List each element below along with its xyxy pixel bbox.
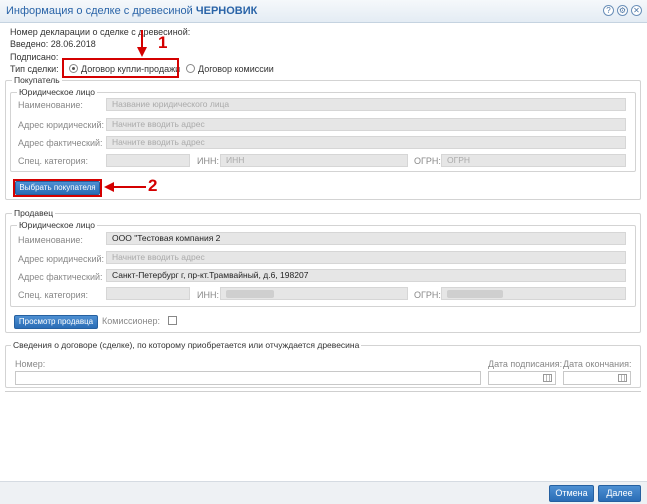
- buyer-name-input[interactable]: Название юридического лица: [106, 98, 626, 111]
- seller-ogrn-input[interactable]: [441, 287, 626, 300]
- buyer-name-label: Наименование:: [18, 100, 83, 110]
- annotation-number-1: 1: [158, 33, 168, 52]
- view-seller-button[interactable]: Просмотр продавца: [14, 315, 98, 329]
- buyer-inn-input[interactable]: ИНН: [220, 154, 408, 167]
- seller-name-label: Наименование:: [18, 235, 83, 245]
- buyer-entity-legend: Юридическое лицо: [17, 87, 98, 97]
- annotation-number-2: 2: [148, 176, 158, 195]
- annotation-arrow-2: [104, 182, 146, 192]
- buyer-actual-address-label: Адрес фактический:: [18, 138, 103, 148]
- commissioner-label: Комиссионер:: [102, 316, 160, 326]
- signed-label: Подписано:: [10, 52, 59, 62]
- buyer-special-category-label: Спец. категория:: [18, 156, 89, 166]
- seller-inn-label: ИНН:: [197, 290, 219, 300]
- deal-type-radio-commission[interactable]: [186, 64, 195, 73]
- window-titlebar: Информация о сделке с древесиной ЧЕРНОВИ…: [0, 0, 647, 23]
- annotation-arrow-1: [137, 30, 147, 57]
- contract-sign-date-label: Дата подписания:: [488, 359, 563, 369]
- buyer-legend: Покупатель: [12, 75, 62, 85]
- seller-special-category-label: Спец. категория:: [18, 290, 89, 300]
- seller-legal-address-label: Адрес юридический:: [18, 254, 105, 264]
- contract-end-date-input[interactable]: [563, 371, 631, 385]
- buyer-inn-label: ИНН:: [197, 156, 219, 166]
- redacted-value: [226, 290, 274, 298]
- buyer-actual-address-input[interactable]: Начните вводить адрес: [106, 136, 626, 149]
- deal-type-commission-label[interactable]: Договор комиссии: [198, 64, 274, 74]
- window-title: Информация о сделке с древесиной ЧЕРНОВИ…: [6, 5, 257, 17]
- cancel-button[interactable]: Отмена: [549, 485, 594, 502]
- contract-legend: Сведения о договоре (сделке), по котором…: [11, 340, 362, 350]
- seller-entity-legend: Юридическое лицо: [17, 220, 98, 230]
- seller-actual-address-input[interactable]: Санкт-Петербург г, пр-кт.Трамвайный, д.6…: [106, 269, 626, 282]
- seller-actual-address-label: Адрес фактический:: [18, 272, 103, 282]
- calendar-icon[interactable]: [543, 374, 552, 382]
- next-button[interactable]: Далее: [598, 485, 641, 502]
- window-footer: Отмена Далее: [0, 481, 647, 504]
- annotation-box-1: [62, 58, 179, 78]
- calendar-icon[interactable]: [618, 374, 627, 382]
- seller-inn-input[interactable]: [220, 287, 408, 300]
- seller-name-input[interactable]: ООО "Тестовая компания 2: [106, 232, 626, 245]
- contract-sign-date-input[interactable]: [488, 371, 556, 385]
- buyer-ogrn-label: ОГРН:: [414, 156, 441, 166]
- contract-end-date-label: Дата окончания:: [563, 359, 632, 369]
- buyer-legal-address-label: Адрес юридический:: [18, 120, 105, 130]
- settings-icon[interactable]: ⚙: [617, 5, 628, 16]
- annotation-box-2: [13, 179, 102, 197]
- seller-legend: Продавец: [12, 208, 56, 218]
- close-icon[interactable]: ✕: [631, 5, 642, 16]
- buyer-legal-address-input[interactable]: Начните вводить адрес: [106, 118, 626, 131]
- window-title-status: ЧЕРНОВИК: [195, 5, 258, 17]
- deal-type-label: Тип сделки:: [10, 64, 59, 74]
- contract-number-label: Номер:: [15, 359, 46, 369]
- seller-special-category-input[interactable]: [106, 287, 190, 300]
- seller-ogrn-label: ОГРН:: [414, 290, 441, 300]
- window-title-prefix: Информация о сделке с древесиной: [6, 5, 193, 17]
- content-divider: [5, 391, 641, 392]
- entered-date-label: Введено: 28.06.2018: [10, 39, 96, 49]
- seller-legal-address-input[interactable]: Начните вводить адрес: [106, 251, 626, 264]
- buyer-ogrn-input[interactable]: ОГРН: [441, 154, 626, 167]
- redacted-value: [447, 290, 503, 298]
- help-icon[interactable]: ?: [603, 5, 614, 16]
- buyer-special-category-input[interactable]: [106, 154, 190, 167]
- contract-number-input[interactable]: [15, 371, 481, 385]
- commissioner-checkbox[interactable]: [168, 316, 177, 325]
